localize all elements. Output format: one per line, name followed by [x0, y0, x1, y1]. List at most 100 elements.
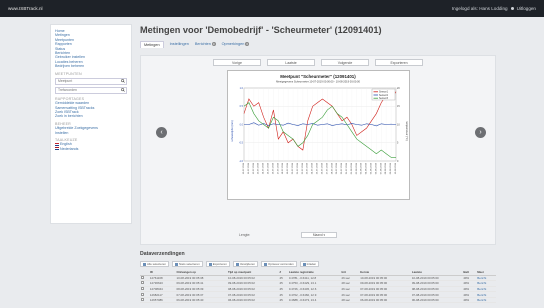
- y-tick-label: 0.5: [240, 105, 244, 108]
- x-tick-label: 09-08-2019: [390, 162, 392, 174]
- x-tick-label: 10-08-2019: [395, 162, 397, 174]
- sidebar-item-admin[interactable]: Instellen: [55, 131, 127, 135]
- meetpunt-search-input[interactable]: [56, 78, 120, 84]
- range-select[interactable]: Maand ▾: [301, 232, 337, 238]
- x-tick-label: 21-07-2019: [297, 162, 299, 174]
- tab-instellingen[interactable]: Instellingen: [170, 42, 189, 46]
- tab-metingen[interactable]: Metingen: [140, 40, 164, 48]
- user-info: Ingelogd als: Hans Lodding Uitloggen: [452, 6, 536, 11]
- measurement-chart: Meetpunt "Scheurmeter" (12091401) Meetge…: [230, 74, 409, 174]
- top-navbar: www.ISBTrack.nl Ingelogd als: Hans Loddi…: [0, 0, 544, 17]
- main-content: Metingen voor 'Demobedrijf' - 'Scheurmet…: [140, 24, 500, 48]
- brand-link[interactable]: www.ISBTrack.nl: [8, 6, 43, 11]
- x-tick-label: 06-08-2019: [375, 162, 377, 174]
- row-checkbox[interactable]: [141, 275, 144, 279]
- keyword-search-input[interactable]: [56, 87, 120, 93]
- row-checkbox[interactable]: [141, 281, 144, 285]
- keyword-search: [55, 86, 127, 94]
- table-cell: 06-08-2019 00:05:00: [359, 297, 411, 304]
- tab-opmerkingen[interactable]: Opmerkingen 0: [221, 42, 250, 46]
- transmissions-title: Dataverzendingen: [140, 251, 185, 257]
- action-label: Exporteren: [212, 262, 227, 266]
- y2-axis-label: temperatuur (°C): [405, 121, 409, 140]
- sidebar-item-bedrijven[interactable]: Bedrijven beheren: [55, 64, 127, 68]
- y2-tick-label: 10: [397, 123, 400, 126]
- x-tick-label: 14-07-2019: [263, 162, 265, 174]
- x-tick-label: 10-07-2019: [243, 162, 245, 174]
- select-none-button[interactable]: Niets selecteren: [171, 261, 203, 267]
- sidebar-heading-meetpunten: Meetpunten: [55, 71, 82, 76]
- tab-label: Berichten: [194, 42, 211, 46]
- table-cell[interactable]: Bericht: [476, 297, 496, 304]
- x-tick-label: 16-07-2019: [272, 162, 274, 174]
- count-badge: 0: [245, 42, 250, 46]
- language-label: English: [60, 142, 72, 147]
- uncheck-icon: [174, 262, 178, 266]
- latest-button[interactable]: Laatste: [267, 59, 315, 66]
- tab-label: Opmerkingen: [221, 42, 245, 46]
- x-tick-label: 25-07-2019: [317, 162, 319, 174]
- action-label: Niets selecteren: [178, 262, 200, 266]
- export-rows-button[interactable]: Exporteren: [205, 261, 230, 267]
- x-tick-label: 08-08-2019: [385, 162, 387, 174]
- sidebar: Home Metingen Meetpunten Rapporten Statu…: [50, 24, 132, 224]
- transmissions-table: ID Ontvangen op Tijd op meetpunt # Laats…: [140, 270, 496, 304]
- tab-label: Metingen: [144, 42, 160, 47]
- chart-panel: Vorige Laatste Volgende Exporteren ‹ › M…: [140, 55, 496, 245]
- action-label: Inladen: [306, 262, 317, 266]
- table-cell: 12657086: [148, 297, 176, 304]
- row-checkbox[interactable]: [141, 298, 144, 302]
- x-tick-label: 20-07-2019: [292, 162, 294, 174]
- y-tick-label: -1.0: [239, 160, 244, 163]
- row-checkbox[interactable]: [141, 286, 144, 290]
- chevron-left-icon[interactable]: ‹: [156, 127, 167, 138]
- check-icon: [143, 262, 146, 266]
- next-button[interactable]: Volgende: [321, 59, 369, 66]
- logout-icon: [510, 7, 514, 10]
- resend-button[interactable]: Opnieuw verzenden: [260, 261, 297, 267]
- language-dutch[interactable]: Nederlands: [55, 147, 127, 151]
- chevron-right-icon[interactable]: ›: [475, 127, 486, 138]
- x-tick-label: 24-07-2019: [312, 162, 314, 174]
- x-tick-label: 13-07-2019: [258, 162, 260, 174]
- y-tick-label: -0.5: [239, 142, 244, 145]
- x-tick-label: 04-08-2019: [366, 162, 368, 174]
- range-value: Maand: [312, 233, 323, 237]
- table-cell: 0.4688, -0.6473, 13.4: [287, 297, 341, 304]
- y-tick-label: 1.0: [240, 87, 244, 90]
- table-row[interactable]: 12657086 06-08-2019 00:05:40 06-08-2019 00…: [140, 297, 496, 304]
- search-icon[interactable]: [120, 78, 126, 84]
- sidebar-item-report[interactable]: Zoek in berichten: [55, 114, 127, 118]
- x-tick-label: 27-07-2019: [326, 162, 328, 174]
- transmissions-actions: Alle selecteren Niets selecteren Exporte…: [140, 261, 320, 267]
- table-cell: 06-08-2019 00:05:02: [227, 297, 279, 304]
- tab-label: Instellingen: [169, 42, 189, 46]
- y-axis-label: scheurwijdte (mm): [230, 120, 234, 141]
- previous-button[interactable]: Vorige: [213, 59, 261, 66]
- x-tick-label: 05-08-2019: [370, 162, 372, 174]
- select-all-button[interactable]: Alle selecteren: [140, 261, 169, 267]
- tab-berichten[interactable]: Berichten 0: [195, 42, 216, 46]
- x-tick-label: 19-07-2019: [287, 162, 289, 174]
- x-tick-label: 30-07-2019: [341, 162, 343, 174]
- refresh-icon: [263, 262, 267, 266]
- logout-link[interactable]: Uitloggen: [517, 6, 536, 11]
- y2-tick-label: 20: [397, 87, 400, 90]
- x-tick-label: 17-07-2019: [277, 162, 279, 174]
- chart-nav-buttons: Vorige Laatste Volgende Exporteren: [141, 59, 495, 66]
- x-tick-label: 01-08-2019: [351, 162, 353, 174]
- x-tick-label: 22-07-2019: [302, 162, 304, 174]
- language-label: Nederlands: [60, 146, 79, 151]
- page-title: Metingen voor 'Demobedrijf' - 'Scheurmet…: [140, 25, 382, 35]
- flag-nl-icon: [55, 147, 59, 151]
- export-button[interactable]: Exporteren: [375, 59, 423, 66]
- range-label: Lengte:: [239, 233, 251, 237]
- table-cell: 06-08-2019 00:05:40: [175, 297, 227, 304]
- chart-legend: Sensor1Sensor2Sensor3: [371, 88, 396, 101]
- delete-rows-button[interactable]: Verwijderen: [232, 261, 258, 267]
- x-tick-label: 03-08-2019: [361, 162, 363, 174]
- row-checkbox[interactable]: [141, 292, 144, 296]
- action-label: Alle selecteren: [147, 262, 166, 266]
- search-icon[interactable]: [120, 87, 126, 93]
- load-button[interactable]: Inladen: [299, 261, 320, 267]
